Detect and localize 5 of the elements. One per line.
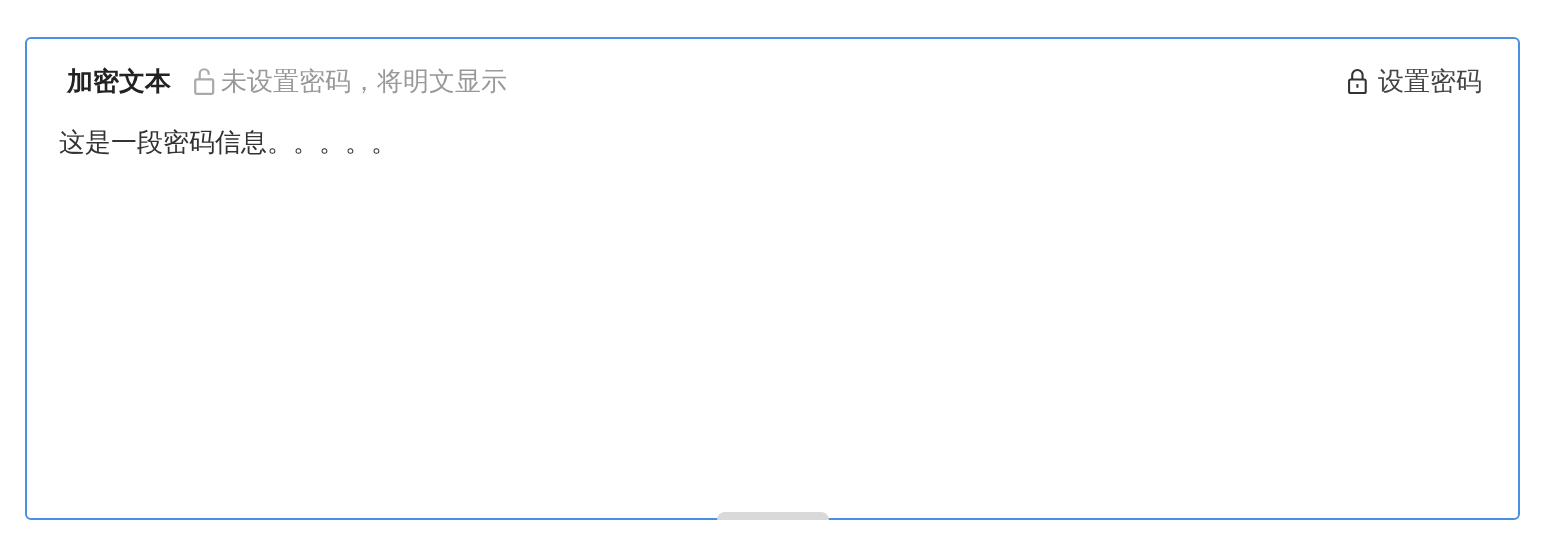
set-password-button[interactable]: 设置密码: [1347, 63, 1482, 99]
password-status: 未设置密码，将明文显示: [221, 64, 508, 98]
editor-content[interactable]: 这是一段密码信息。。。。。: [59, 125, 1482, 160]
padlock-icon: [1347, 68, 1368, 94]
editor-title: 加密文本: [67, 64, 171, 98]
